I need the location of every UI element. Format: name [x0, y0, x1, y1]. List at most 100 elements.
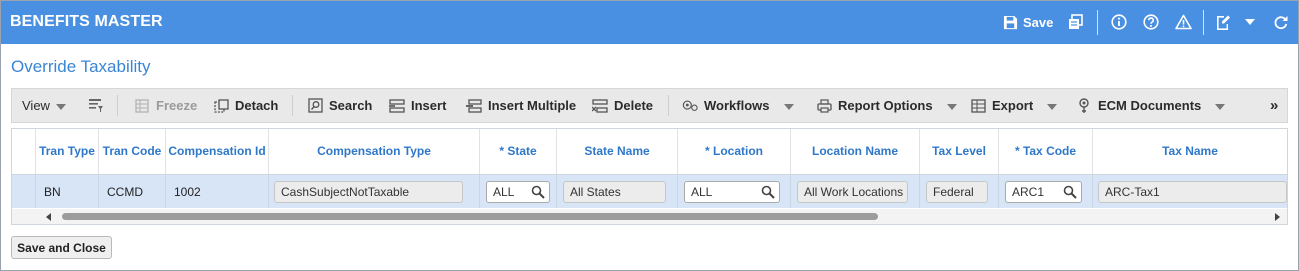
cell-compensation-type: CashSubjectNotTaxable — [269, 175, 480, 208]
refresh-icon[interactable] — [1272, 13, 1290, 31]
cell-tran-type: BN — [36, 175, 99, 208]
tax-level-field: Federal — [926, 181, 988, 203]
compensation-id-value: 1002 — [174, 184, 201, 199]
titlebar-divider — [1203, 10, 1204, 35]
column-header-state-name[interactable]: State Name — [557, 129, 678, 174]
view-label: View — [22, 98, 50, 113]
titlebar-divider — [1097, 10, 1098, 35]
print-icon[interactable] — [1067, 13, 1085, 31]
search-icon[interactable] — [1063, 185, 1077, 199]
workflows-icon — [682, 98, 698, 114]
workflows-label: Workflows — [704, 98, 770, 113]
freeze-label: Freeze — [156, 98, 198, 113]
report-options-label: Report Options — [838, 98, 933, 113]
section-title: Override Taxability — [11, 57, 151, 76]
override-taxability-grid: Tran Type Tran Code Compensation Id Comp… — [11, 128, 1288, 225]
column-header-compensation-id[interactable]: Compensation Id — [166, 129, 269, 174]
chevron-down-icon — [1047, 103, 1058, 110]
cell-state: ALL — [480, 175, 557, 208]
cell-state-name: All States — [557, 175, 678, 208]
column-filter-icon — [88, 98, 104, 114]
tax-name-field: ARC-Tax1 — [1098, 181, 1287, 203]
search-icon[interactable] — [531, 185, 545, 199]
tran-code-value: CCMD — [107, 184, 143, 199]
column-header-tax-level[interactable]: Tax Level — [920, 129, 999, 174]
table-row[interactable]: BN CCMD 1002 CashSubjectNotTaxable ALL A… — [12, 175, 1287, 208]
column-header-compensation-type[interactable]: Compensation Type — [269, 129, 480, 174]
freeze-icon — [134, 98, 150, 114]
location-input[interactable]: ALL — [684, 181, 780, 203]
location-name-field: All Work Locations — [797, 181, 908, 203]
column-header-tran-type[interactable]: Tran Type — [36, 129, 99, 174]
scroll-left-arrow-icon[interactable] — [46, 213, 51, 221]
save-and-close-button[interactable]: Save and Close — [11, 236, 112, 259]
toolbar-divider — [292, 95, 293, 116]
cell-tax-code: ARC1 — [999, 175, 1093, 208]
row-selector-header — [12, 129, 36, 174]
window-title: BENEFITS MASTER — [10, 13, 163, 30]
ecm-documents-icon — [1076, 97, 1092, 114]
search-button[interactable]: Search — [307, 89, 372, 122]
detach-button[interactable]: Detach — [213, 89, 278, 122]
help-icon[interactable] — [1142, 13, 1160, 31]
view-menu-button[interactable]: View — [22, 89, 66, 122]
column-header-tax-name[interactable]: Tax Name — [1093, 129, 1287, 174]
info-icon[interactable] — [1110, 13, 1128, 31]
chevron-down-icon — [55, 103, 66, 110]
chevron-down-icon — [783, 103, 794, 110]
column-header-tax-code[interactable]: * Tax Code — [999, 129, 1093, 174]
grid-header: Tran Type Tran Code Compensation Id Comp… — [12, 129, 1287, 175]
cell-location: ALL — [678, 175, 791, 208]
location-value: ALL — [691, 185, 713, 199]
ecm-documents-label: ECM Documents — [1098, 98, 1202, 113]
tax-code-input[interactable]: ARC1 — [1005, 181, 1082, 203]
delete-icon — [592, 98, 608, 114]
more-tools-button[interactable]: » — [1270, 89, 1278, 122]
chevron-down-icon — [1215, 103, 1226, 110]
export-icon — [970, 98, 986, 114]
ecm-documents-button[interactable]: ECM Documents — [1076, 89, 1226, 122]
state-input[interactable]: ALL — [486, 181, 550, 203]
delete-label: Delete — [614, 98, 654, 113]
insert-multiple-button[interactable]: Insert Multiple — [466, 89, 576, 122]
cell-tax-level: Federal — [920, 175, 999, 208]
horizontal-scrollbar[interactable] — [12, 209, 1287, 224]
search-icon[interactable] — [761, 185, 775, 199]
search-label: Search — [329, 98, 373, 113]
insert-multiple-label: Insert Multiple — [488, 98, 577, 113]
row-selector[interactable] — [12, 175, 36, 208]
toolbar-divider — [117, 95, 118, 116]
delete-button[interactable]: Delete — [592, 89, 653, 122]
export-label: Export — [992, 98, 1034, 113]
title-bar: BENEFITS MASTER Save — [1, 1, 1298, 44]
export-button[interactable]: Export — [970, 89, 1058, 122]
compensation-type-field: CashSubjectNotTaxable — [274, 181, 463, 203]
state-name-field: All States — [563, 181, 666, 203]
freeze-button[interactable]: Freeze — [134, 89, 197, 122]
tran-type-value: BN — [44, 184, 61, 199]
chevron-down-icon[interactable] — [1241, 13, 1259, 31]
column-header-state[interactable]: * State — [480, 129, 557, 174]
detach-label: Detach — [235, 98, 279, 113]
save-icon[interactable] — [1001, 13, 1019, 31]
cell-location-name: All Work Locations — [791, 175, 920, 208]
column-header-location[interactable]: * Location — [678, 129, 791, 174]
insert-icon — [389, 98, 405, 114]
chevron-down-icon — [946, 103, 957, 110]
save-button[interactable]: Save — [1023, 15, 1053, 30]
warning-icon[interactable] — [1174, 13, 1192, 31]
cell-compensation-id: 1002 — [166, 175, 269, 208]
report-options-button[interactable]: Report Options — [816, 89, 957, 122]
workflows-button[interactable]: Workflows — [682, 89, 794, 122]
scrollbar-thumb[interactable] — [62, 213, 878, 220]
insert-button[interactable]: Insert — [389, 89, 446, 122]
cell-tax-name: ARC-Tax1 — [1093, 175, 1287, 208]
edit-icon[interactable] — [1214, 13, 1232, 31]
printer-icon — [816, 98, 832, 114]
column-settings-button[interactable] — [88, 89, 110, 122]
scroll-right-arrow-icon[interactable] — [1275, 213, 1280, 221]
detach-icon — [213, 98, 229, 114]
insert-multiple-icon — [466, 98, 482, 114]
column-header-location-name[interactable]: Location Name — [791, 129, 920, 174]
column-header-tran-code[interactable]: Tran Code — [99, 129, 166, 174]
